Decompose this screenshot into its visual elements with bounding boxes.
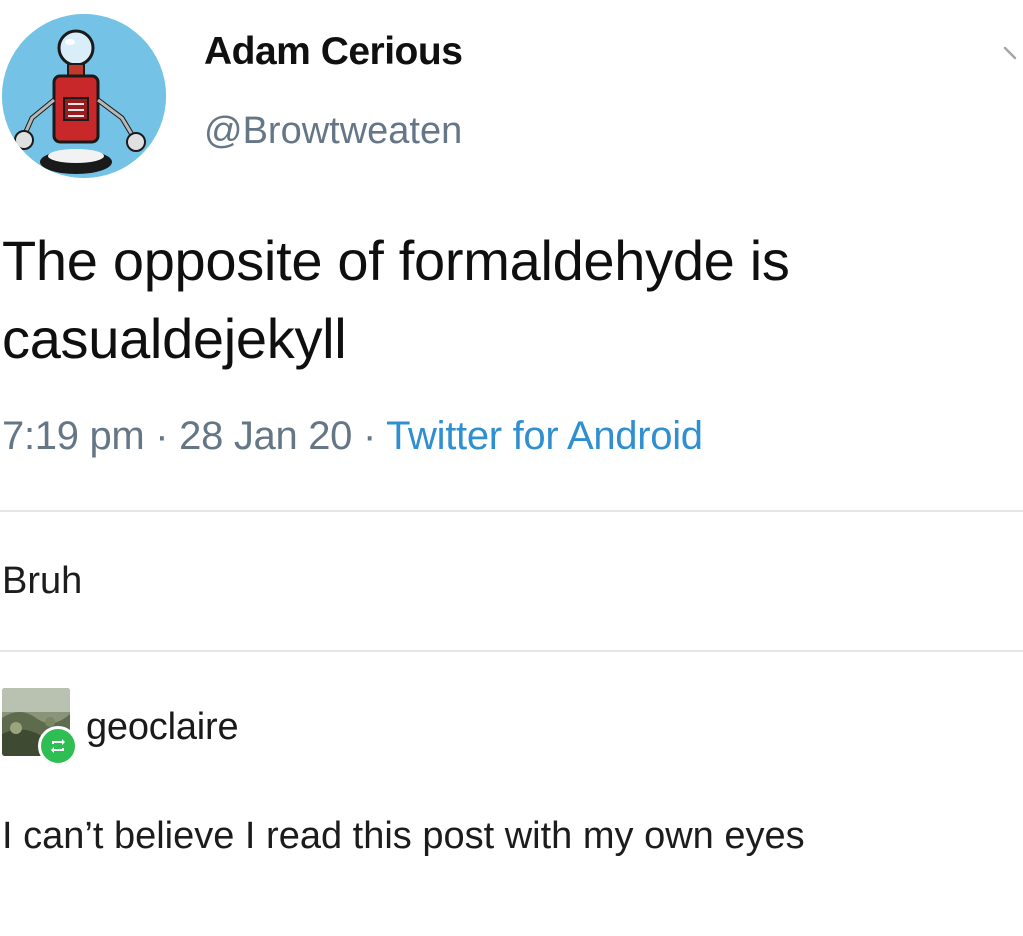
divider	[0, 650, 1023, 652]
tweet-handle[interactable]: @Browtweaten	[204, 110, 462, 153]
meta-separator: ·	[362, 414, 376, 458]
tweet-source-link[interactable]: Twitter for Android	[386, 414, 703, 458]
reblog-badge	[38, 726, 78, 766]
post-caption: Bruh	[2, 560, 83, 602]
reblog-username[interactable]: geoclaire	[86, 706, 239, 749]
reblog-comment: I can’t believe I read this post with my…	[2, 815, 805, 857]
tweet-display-name[interactable]: Adam Cerious	[204, 30, 463, 74]
tweet-date[interactable]: 28 Jan 20	[179, 414, 352, 458]
tweet-time[interactable]: 7:19 pm	[2, 414, 145, 458]
tweet-meta: 7:19 pm · 28 Jan 20 · Twitter for Androi…	[2, 414, 703, 459]
robot-avatar-icon	[2, 14, 166, 178]
tweet-text: The opposite of formaldehyde is casualde…	[2, 229, 790, 370]
chevron-down-icon[interactable]	[1003, 42, 1021, 66]
reblog-icon	[51, 739, 65, 753]
tweet-avatar[interactable]	[2, 14, 166, 178]
meta-separator: ·	[155, 414, 169, 458]
divider	[0, 510, 1023, 512]
